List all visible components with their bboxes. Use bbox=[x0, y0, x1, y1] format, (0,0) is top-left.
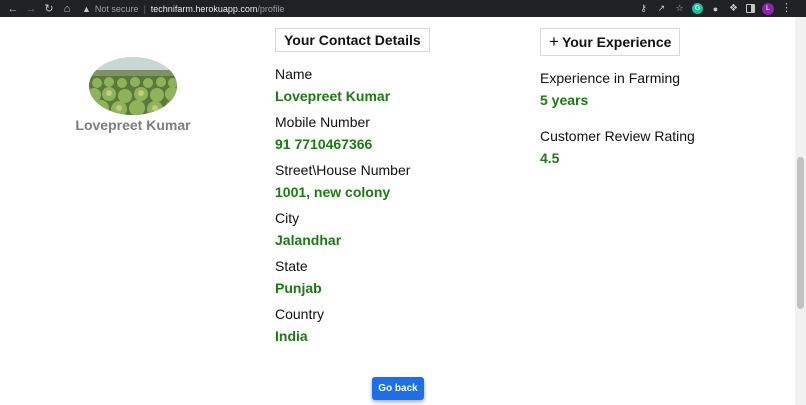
mobile-number-value: 91 7710467366 bbox=[275, 136, 373, 152]
city-value: Jalandhar bbox=[275, 232, 342, 248]
home-icon[interactable]: ⌂ bbox=[58, 0, 76, 17]
review-rating-value: 4.5 bbox=[540, 150, 560, 166]
grammarly-icon[interactable]: G bbox=[692, 3, 703, 14]
profile-photo bbox=[89, 57, 177, 115]
farm-field-image bbox=[89, 57, 177, 115]
farming-experience-label: Experience in Farming bbox=[540, 70, 681, 86]
state-value: Punjab bbox=[275, 280, 322, 296]
street-house-label: Street\House Number bbox=[275, 162, 411, 178]
city-label: City bbox=[275, 210, 300, 226]
profile-page: Lovepreet Kumar Your Contact Details Nam… bbox=[0, 17, 795, 405]
browser-toolbar: ← → ↻ ⌂ ▲ Not secure | technifarm.heroku… bbox=[0, 0, 806, 17]
scrollbar-thumb[interactable] bbox=[797, 157, 804, 309]
warning-icon: ▲ bbox=[82, 3, 91, 14]
puzzle-icon[interactable]: ❖ bbox=[728, 3, 739, 14]
key-icon[interactable]: ⚷ bbox=[638, 3, 649, 14]
experience-header-label: Your Experience bbox=[561, 34, 672, 50]
farming-experience-value: 5 years bbox=[540, 92, 589, 108]
security-label: Not secure bbox=[94, 3, 139, 14]
share-icon[interactable]: ↗ bbox=[656, 3, 667, 14]
country-label: Country bbox=[275, 306, 325, 322]
reload-icon[interactable]: ↻ bbox=[40, 0, 58, 17]
profile-name: Lovepreet Kumar bbox=[75, 117, 191, 133]
plus-icon: + bbox=[549, 32, 559, 51]
back-arrow-icon[interactable]: ← bbox=[4, 0, 22, 17]
go-back-button[interactable]: Go back bbox=[372, 377, 424, 400]
side-panel-icon[interactable] bbox=[746, 4, 755, 13]
name-value: Lovepreet Kumar bbox=[275, 88, 391, 104]
page-scrollbar[interactable] bbox=[795, 17, 806, 405]
state-label: State bbox=[275, 258, 308, 274]
browser-actions: ⚷ ↗ ☆ G ● ❖ L ⋮ bbox=[638, 0, 792, 17]
experience-header[interactable]: + Your Experience bbox=[540, 28, 681, 56]
mobile-number-label: Mobile Number bbox=[275, 114, 370, 130]
star-icon[interactable]: ☆ bbox=[674, 3, 685, 14]
country-value: India bbox=[275, 328, 308, 344]
menu-kebab-icon[interactable]: ⋮ bbox=[781, 3, 792, 14]
contact-details-header: Your Contact Details bbox=[275, 28, 430, 52]
address-bar[interactable]: ▲ Not secure | technifarm.herokuapp.com /… bbox=[82, 1, 622, 16]
review-rating-label: Customer Review Rating bbox=[540, 128, 695, 144]
forward-arrow-icon[interactable]: → bbox=[22, 0, 40, 17]
url-path: /profile bbox=[257, 3, 285, 14]
address-separator: | bbox=[143, 3, 146, 14]
name-label: Name bbox=[275, 66, 313, 82]
profile-avatar[interactable]: L bbox=[762, 2, 774, 15]
extension-globe-icon[interactable]: ● bbox=[710, 3, 721, 14]
street-house-value: 1001, new colony bbox=[275, 184, 391, 200]
url-host: technifarm.herokuapp.com bbox=[150, 3, 258, 14]
